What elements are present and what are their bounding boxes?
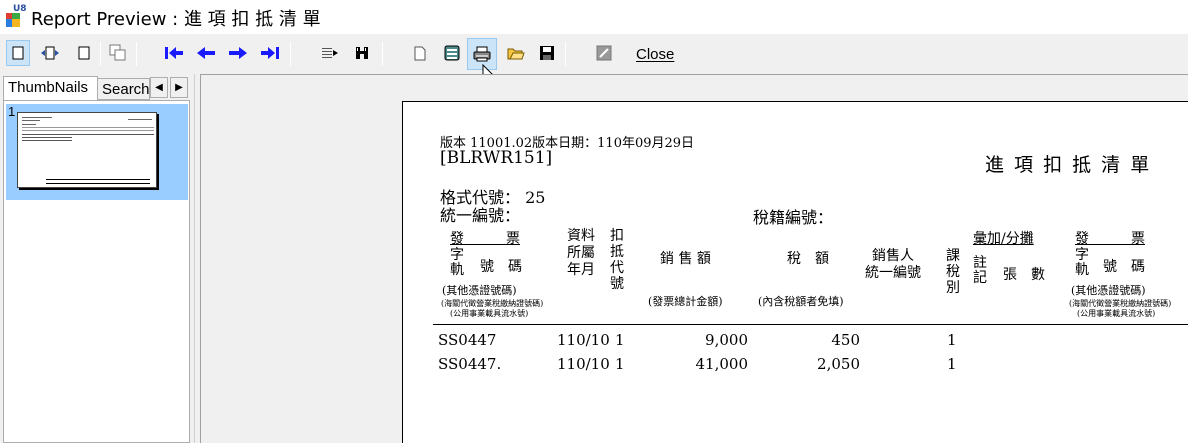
whole-page-icon[interactable]	[72, 40, 96, 66]
report-preview-area[interactable]: 版本 11001.02版本日期：110年09月29日 [BLRWR151] 進 …	[200, 74, 1188, 443]
row-code: 1	[615, 355, 625, 373]
row-tax: 450	[831, 331, 860, 349]
export-icon[interactable]	[440, 40, 464, 66]
report-page: 版本 11001.02版本日期：110年09月29日 [BLRWR151] 進 …	[402, 101, 1188, 443]
header-other-proof-2: (其他憑證號碼)	[1071, 284, 1146, 297]
header-seller-id: 銷售人 統一編號	[865, 248, 921, 281]
header-sheet-count: 張 數	[1003, 267, 1045, 283]
unified-no-label: 統一編號：	[440, 206, 521, 225]
tab-scroll-left-icon[interactable]: ◀	[150, 77, 168, 98]
find-icon[interactable]	[350, 40, 374, 66]
header-divider	[433, 324, 1188, 325]
title-bar: U8 Report Preview : 進 項 扣 抵 清 單	[0, 0, 1188, 34]
window-title: Report Preview : 進 項 扣 抵 清 單	[31, 9, 321, 30]
app-logo-icon: U8	[4, 4, 28, 27]
close-button[interactable]: Close	[636, 46, 674, 63]
next-page-icon[interactable]	[226, 40, 250, 66]
header-deduction-code: 扣 抵 代 號	[610, 228, 624, 292]
new-icon[interactable]	[408, 40, 432, 66]
header-invoice-number: 號 碼	[480, 259, 522, 275]
row-period: 110/10	[557, 331, 610, 349]
header-invoice-group: 發 票	[450, 231, 520, 247]
header-invoice-group-2: 發 票	[1075, 231, 1145, 247]
single-page-icon[interactable]	[6, 40, 30, 66]
previous-page-icon[interactable]	[194, 40, 218, 66]
header-invoice-track: 字 軌	[450, 247, 464, 278]
row-period: 110/10	[557, 355, 610, 373]
thumbnail-page-preview	[17, 112, 157, 188]
toolbar-separator	[100, 42, 101, 66]
header-invoice-number-2: 號 碼	[1103, 259, 1145, 275]
last-page-icon[interactable]	[258, 40, 282, 66]
header-tax-amount: 稅 額	[787, 251, 829, 267]
left-panel: ThumbNails Search ◀ ▶ 1	[0, 74, 194, 443]
header-period: 資料 所屬 年月	[567, 228, 595, 278]
open-icon[interactable]	[504, 40, 528, 66]
toolbar-separator	[290, 42, 291, 66]
row-invoice: SS0447	[438, 331, 497, 349]
header-sales-amount: 銷 售 額	[660, 251, 711, 267]
zoom-icon[interactable]	[592, 40, 616, 66]
header-utility-note: (公用事業載具流水號)	[450, 309, 529, 318]
row-type: 1	[947, 355, 957, 373]
page-width-icon[interactable]	[38, 40, 62, 66]
thumbnail-item[interactable]: 1	[6, 104, 188, 200]
row-invoice: SS0447.	[438, 355, 502, 373]
header-utility-note-2: (公用事業載具流水號)	[1077, 309, 1156, 318]
thumbnail-page-number: 1	[8, 104, 16, 119]
row-code: 1	[615, 331, 625, 349]
goto-page-icon[interactable]	[318, 40, 342, 66]
thumbnail-list[interactable]: 1	[3, 100, 190, 443]
row-tax: 2,050	[817, 355, 860, 373]
first-page-icon[interactable]	[162, 40, 186, 66]
tax-registration-label: 稅籍編號：	[753, 208, 834, 227]
header-invoice-track-2: 字 軌	[1075, 247, 1089, 278]
report-title: 進 項 扣 抵 清 單	[985, 154, 1152, 176]
toolbar-separator	[565, 42, 566, 66]
report-code: [BLRWR151]	[440, 148, 553, 168]
tab-thumbnails[interactable]: ThumbNails	[3, 76, 98, 100]
header-note-mark: 註 記	[973, 255, 987, 286]
row-type: 1	[947, 331, 957, 349]
header-taxable-type: 課 稅 別	[946, 248, 960, 296]
tab-scroll-right-icon[interactable]: ▶	[170, 77, 188, 98]
save-icon[interactable]	[535, 40, 559, 66]
header-aggregate-group: 彙加/分攤	[973, 231, 1034, 247]
toolbar-separator	[382, 42, 383, 66]
header-tax-amount-note: (內含稅額者免填)	[758, 295, 844, 308]
row-sales: 41,000	[695, 355, 749, 373]
toolbar: Close	[0, 34, 1188, 74]
toolbar-separator	[136, 42, 137, 66]
multi-page-icon[interactable]	[106, 40, 130, 66]
header-other-proof: (其他憑證號碼)	[442, 284, 517, 297]
header-sales-amount-note: (發票總計金額)	[648, 295, 723, 308]
row-sales: 9,000	[705, 331, 748, 349]
tab-search[interactable]: Search	[98, 78, 150, 100]
